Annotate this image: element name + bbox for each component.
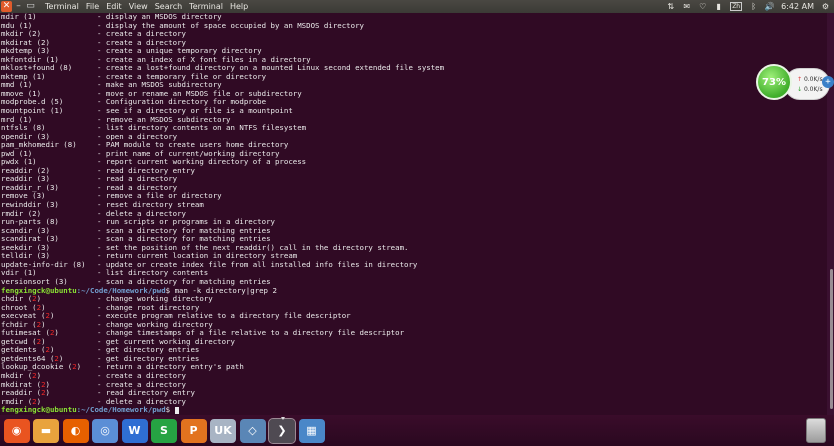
wps-writer-icon[interactable]: W — [121, 418, 148, 443]
scrollbar-thumb[interactable] — [830, 269, 833, 409]
wps-presentation-icon[interactable]: P — [180, 418, 207, 443]
browser-icon[interactable]: ◎ — [92, 418, 118, 443]
paren-close: ) — [49, 311, 55, 321]
prompt-user: fengxingck@ubuntu — [1, 405, 77, 415]
upload-arrow-icon: ↑ — [797, 76, 803, 83]
terminal-output[interactable]: mdir (1) - display an MSDOS directory mdu … — [1, 13, 827, 415]
system-tray: ⇅ ✉ ♡ ▮ Zh ᛒ 🔊 6:42 AM ⚙ — [666, 0, 830, 13]
download-speed: 0.0K/s — [803, 86, 823, 93]
running-indicator-icon — [281, 416, 285, 420]
paren-open: ( — [63, 362, 73, 372]
paren-close: ) — [45, 388, 50, 398]
maximize-icon[interactable]: ▭ — [25, 1, 36, 12]
memory-percent: 73% — [762, 76, 786, 88]
mail-icon[interactable]: ✉ — [682, 2, 691, 11]
grep-output: chdir (2) - change working directory chroo… — [1, 294, 827, 406]
bluetooth-icon[interactable]: ᛒ — [749, 2, 758, 11]
volume-icon[interactable]: 🔊 — [765, 2, 775, 11]
paren-close: ) — [76, 362, 82, 372]
plus-icon[interactable]: + — [822, 76, 834, 88]
dock-apps: ◉ ▬ ◐ ◎ W S P UK ◇ ❯ ▦ — [0, 415, 325, 446]
app-menu: Terminal File Edit View Search Terminal … — [45, 2, 248, 11]
menu-terminal[interactable]: Terminal — [189, 2, 223, 11]
prompt-suffix: $ — [165, 405, 175, 415]
system-monitor-icon[interactable]: ◇ — [239, 418, 266, 443]
menu-app-name: Terminal — [45, 2, 79, 11]
apropos-output: mdir (1) - display an MSDOS directory mdu … — [1, 13, 827, 287]
clock[interactable]: 6:42 AM — [781, 2, 814, 11]
top-menu-bar: ✕ – ▭ Terminal File Edit View Search Ter… — [0, 0, 834, 13]
transfer-icon[interactable]: ⇅ — [666, 2, 675, 11]
network-icon[interactable]: ♡ — [698, 2, 707, 11]
menu-help[interactable]: Help — [230, 2, 248, 11]
network-speed-widget[interactable]: ↑ 0.0K/s ↓ 0.0K/s 73% + — [756, 64, 834, 108]
gear-icon[interactable]: ⚙ — [821, 2, 830, 11]
close-icon[interactable]: ✕ — [1, 1, 12, 12]
prompt-line-2[interactable]: fengxingck@ubuntu:~/Code/Homework/pwd$ — [1, 405, 827, 415]
menu-search[interactable]: Search — [155, 2, 182, 11]
menu-file[interactable]: File — [86, 2, 99, 11]
files-icon[interactable]: ▬ — [33, 418, 59, 443]
ubuntu-one-icon[interactable]: UK — [210, 418, 236, 443]
ubuntu-logo-icon[interactable]: ◉ — [3, 418, 30, 443]
text-cursor — [174, 406, 179, 414]
paren-close: ) — [54, 328, 59, 338]
wps-spreadsheet-icon[interactable]: S — [151, 418, 177, 443]
upload-speed: 0.0K/s — [803, 76, 823, 83]
battery-icon[interactable]: ▮ — [714, 2, 723, 11]
workspace-switcher-icon[interactable]: ▦ — [298, 418, 325, 443]
terminal-icon[interactable]: ❯ — [268, 416, 296, 444]
menu-edit[interactable]: Edit — [106, 2, 122, 11]
launcher-dock: ◉ ▬ ◐ ◎ W S P UK ◇ ❯ ▦ — [0, 415, 834, 446]
prompt-path: :~/Code/Homework/pwd — [76, 405, 166, 415]
keyboard-layout-indicator[interactable]: Zh — [730, 2, 743, 11]
trash-icon[interactable] — [806, 418, 826, 443]
download-arrow-icon: ↓ — [797, 86, 803, 93]
minimize-icon[interactable]: – — [13, 1, 24, 12]
menu-view[interactable]: View — [129, 2, 148, 11]
memory-usage-gauge: 73% — [756, 64, 792, 100]
firefox-icon[interactable]: ◐ — [62, 418, 89, 443]
